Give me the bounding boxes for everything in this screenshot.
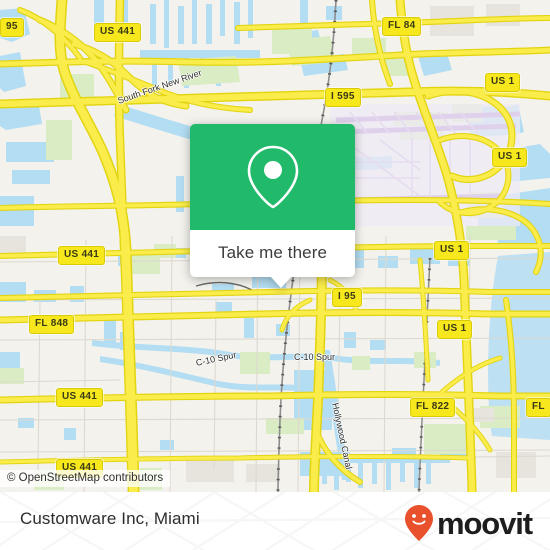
take-me-there-button[interactable]: Take me there — [218, 243, 327, 262]
map-attribution[interactable]: © OpenStreetMap contributors — [0, 470, 171, 487]
route-shield: US 1 — [485, 73, 521, 92]
route-shield: US 1 — [492, 148, 528, 167]
map-popup[interactable]: Take me there — [190, 124, 355, 288]
route-shield: 95 — [0, 18, 24, 37]
route-shield: US 441 — [56, 388, 104, 407]
route-shield: US 441 — [58, 246, 106, 265]
place-name-label: Customware Inc, Miami — [20, 509, 200, 528]
route-shield: US 441 — [94, 23, 142, 42]
route-shield: FL 822 — [410, 398, 456, 417]
route-shield: I 95 — [332, 288, 362, 307]
route-shield: FL 848 — [29, 315, 75, 334]
route-shield: FL 84 — [382, 17, 422, 36]
route-shield: FL — [526, 398, 550, 417]
map-screenshot: 95 US 441 FL 84 I 595 US 1 US 1 US 441 US 1 I 95… — [0, 0, 550, 550]
bottom-info-bar: Customware Inc, Miami moovit — [0, 492, 550, 550]
route-shield: US 1 — [434, 241, 470, 260]
moovit-smile-pin-icon — [404, 505, 433, 541]
popup-footer[interactable]: Take me there — [190, 230, 355, 277]
route-shield: US 1 — [437, 320, 473, 339]
moovit-wordmark: moovit — [436, 505, 533, 541]
map-feature-label: C-10 Spur — [294, 352, 336, 362]
popup-pointer-tail — [270, 276, 292, 288]
popup-header — [190, 124, 355, 230]
route-shield: I 595 — [325, 88, 361, 107]
location-pin-icon — [247, 145, 298, 209]
moovit-brand-logo[interactable]: moovit — [404, 504, 533, 542]
